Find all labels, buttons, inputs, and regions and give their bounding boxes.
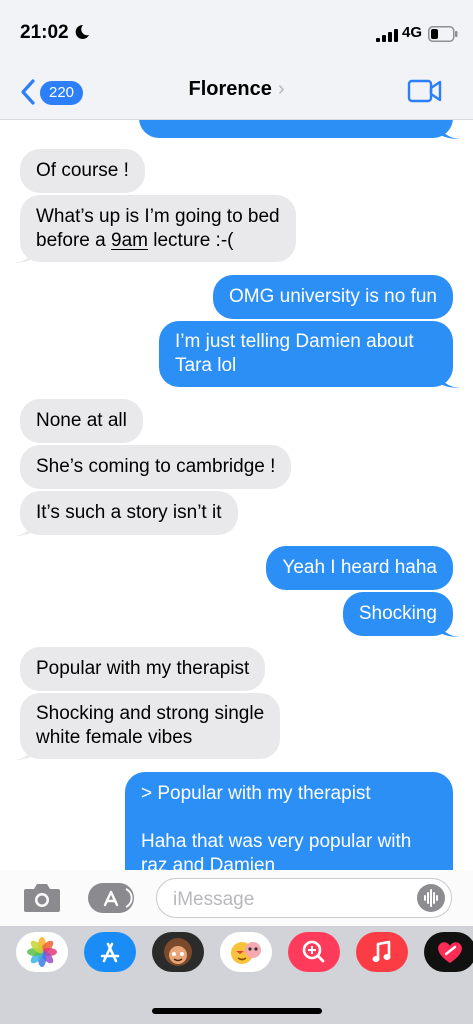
app-store-icon <box>103 888 133 908</box>
message-text: OMG university is no fun <box>228 286 437 307</box>
message-bubble-received[interactable]: It’s such a story isn’t it <box>13 491 238 536</box>
nav-bar: 220 Florence › <box>0 62 473 119</box>
app-store-app[interactable] <box>84 932 136 972</box>
message-input-container <box>156 878 452 918</box>
app-store-icon <box>100 942 120 963</box>
message-text: None at all <box>36 410 127 431</box>
bubble-tail <box>438 123 460 139</box>
clock: 21:02 <box>20 22 69 43</box>
waveform-icon <box>424 889 438 907</box>
message-text: Of course ! <box>36 160 129 181</box>
message-bubble-sent[interactable]: OMG university is no fun <box>212 275 453 319</box>
message-bubble-received[interactable]: What’s up is I’m going to bed before a 9… <box>13 195 296 263</box>
signal-icon <box>376 29 398 42</box>
memoji-app[interactable] <box>152 932 204 972</box>
contact-name[interactable]: Florence › <box>188 78 284 100</box>
message-text: It’s such a story isn’t it <box>36 502 222 523</box>
message-bubble-sent[interactable]: Yeah I heard haha <box>266 546 453 590</box>
memoji-icon <box>164 938 192 966</box>
bubble-tail <box>438 621 460 637</box>
message-bubble-received[interactable]: None at all <box>20 399 143 443</box>
photos-icon <box>27 937 57 967</box>
message-bubble-sent[interactable]: Shocking <box>342 592 460 637</box>
message-text-line4: raz and Damien <box>141 855 276 870</box>
home-indicator[interactable] <box>152 1008 322 1014</box>
message-text: She’s coming to cambridge ! <box>36 456 276 477</box>
audio-message-button[interactable] <box>417 884 445 912</box>
photos-app[interactable] <box>16 932 68 972</box>
message-bubble-received[interactable]: Of course ! <box>20 149 145 193</box>
status-bar: 21:02 4G <box>0 0 473 62</box>
message-bubble-sent[interactable]: I’m just telling Damien about Tara lol <box>159 321 460 388</box>
message-bubble-received[interactable]: Popular with my therapist <box>20 647 266 691</box>
message-bubble-received[interactable]: She’s coming to cambridge ! <box>20 445 292 489</box>
message-text: Yeah I heard haha <box>282 557 437 578</box>
app-drawer <box>0 926 473 1024</box>
message-bubble-received[interactable]: Shocking and strong single white female … <box>13 693 281 760</box>
network-type: 4G <box>402 24 423 41</box>
moon-icon <box>75 24 89 39</box>
message-text-line3: Haha that was very popular with <box>141 831 412 852</box>
chevron-right-icon: › <box>277 78 285 100</box>
date-link[interactable]: 9am <box>111 230 148 251</box>
message-input[interactable] <box>171 887 405 913</box>
message-text-line1: I’m just telling Damien about <box>175 331 414 352</box>
video-call-icon[interactable] <box>407 78 443 104</box>
bubble-tail <box>438 372 460 388</box>
message-text-line2: white female vibes <box>36 727 193 748</box>
image-search-icon <box>302 940 325 963</box>
image-search-app[interactable] <box>288 932 340 972</box>
unread-count-badge[interactable]: 220 <box>40 81 84 105</box>
bubble-tail <box>13 520 35 536</box>
message-text: Popular with my therapist <box>36 658 250 679</box>
message-text-line1: What’s up is I’m going to bed <box>36 206 280 227</box>
music-icon <box>372 940 391 962</box>
digital-touch-app[interactable] <box>424 932 473 972</box>
animoji-icon <box>231 942 261 964</box>
message-text-line2 <box>141 806 437 830</box>
message-text-line2: before a 9am lecture :-( <box>36 230 234 251</box>
camera-icon[interactable] <box>22 879 62 915</box>
message-text: Shocking <box>358 603 437 624</box>
compose-bar <box>0 870 473 926</box>
animoji-app[interactable] <box>220 932 272 972</box>
message-bubble-sent[interactable]: > Popular with my therapist Haha that wa… <box>125 772 453 870</box>
digital-touch-icon <box>438 942 462 963</box>
back-chevron-icon[interactable] <box>19 78 37 106</box>
battery-icon <box>428 26 458 42</box>
app-store-button[interactable] <box>88 883 134 913</box>
bubble-tail <box>13 247 35 263</box>
conversation-header: 21:02 4G 220 Florence › <box>0 0 473 120</box>
conversation[interactable]: hmm Of course ! What’s up is I’m going t… <box>0 0 473 870</box>
music-app[interactable] <box>356 932 408 972</box>
message-text-line2: Tara lol <box>175 355 237 376</box>
message-text-line1: Shocking and strong single <box>36 703 265 724</box>
message-text-line1: > Popular with my therapist <box>141 783 371 804</box>
bubble-tail <box>13 744 35 760</box>
